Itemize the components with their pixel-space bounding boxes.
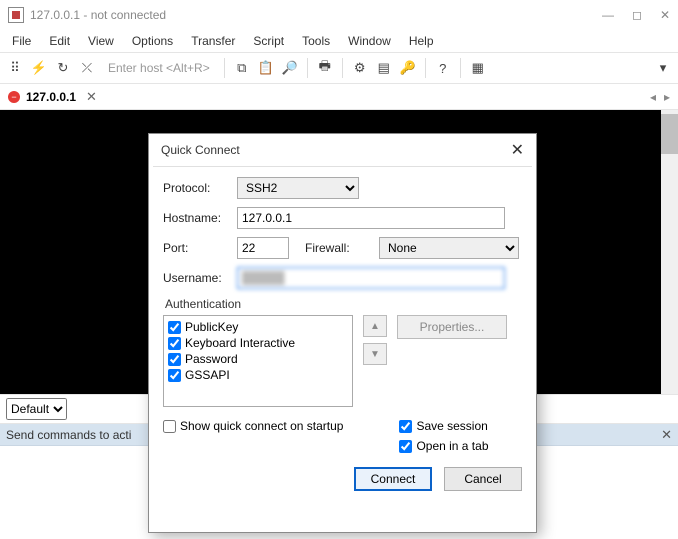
firewall-label: Firewall:	[305, 241, 379, 255]
close-button[interactable]: ✕	[660, 8, 670, 22]
toolbar: ⠿ ⚡ ↻ ⤫ Enter host <Alt+R> ⧉ 📋 🔎 🖶 ⚙ ▤ 🔑…	[0, 52, 678, 84]
hostname-label: Hostname:	[163, 211, 237, 225]
session-tab[interactable]: − 127.0.0.1 ✕	[0, 84, 105, 109]
extra-icon[interactable]: ▦	[469, 59, 487, 77]
paste-icon[interactable]: 📋	[257, 59, 275, 77]
protocol-label: Protocol:	[163, 181, 237, 195]
auth-keyboard[interactable]: Keyboard Interactive	[168, 336, 348, 350]
properties-button[interactable]: Properties...	[397, 315, 507, 339]
separator	[425, 58, 426, 78]
reconnect-icon[interactable]: ↻	[54, 59, 72, 77]
tab-label: 127.0.0.1	[26, 90, 76, 104]
quick-connect-icon[interactable]: ⚡	[30, 59, 48, 77]
tab-next-icon[interactable]: ▸	[664, 90, 670, 104]
maximize-button[interactable]: ◻	[632, 8, 642, 22]
scrollbar-thumb[interactable]	[661, 114, 678, 154]
session-options-icon[interactable]: ▤	[375, 59, 393, 77]
dialog-title: Quick Connect	[161, 143, 240, 157]
menu-script[interactable]: Script	[253, 34, 284, 48]
menu-file[interactable]: File	[12, 34, 31, 48]
help-icon[interactable]: ?	[434, 59, 452, 77]
menu-tools[interactable]: Tools	[302, 34, 330, 48]
authentication-label: Authentication	[165, 297, 522, 311]
menu-help[interactable]: Help	[409, 34, 434, 48]
print-icon[interactable]: 🖶	[316, 59, 334, 77]
auth-keyboard-checkbox[interactable]	[168, 337, 181, 350]
tab-prev-icon[interactable]: ◂	[650, 90, 656, 104]
move-up-button[interactable]: ▲	[363, 315, 387, 337]
separator	[460, 58, 461, 78]
toolbar-dropdown-icon[interactable]: ▾	[654, 59, 672, 77]
save-session-option[interactable]: Save session	[399, 419, 488, 433]
open-in-tab-checkbox[interactable]	[399, 440, 412, 453]
port-label: Port:	[163, 241, 237, 255]
separator	[224, 58, 225, 78]
separator	[342, 58, 343, 78]
connect-icon[interactable]: ⠿	[6, 59, 24, 77]
auth-gssapi[interactable]: GSSAPI	[168, 368, 348, 382]
open-in-tab-option[interactable]: Open in a tab	[399, 439, 488, 453]
settings-icon[interactable]: ⚙	[351, 59, 369, 77]
show-on-startup-option[interactable]: Show quick connect on startup	[163, 419, 343, 433]
auth-publickey[interactable]: PublicKey	[168, 320, 348, 334]
username-input[interactable]	[237, 267, 505, 289]
tab-status-icon: −	[8, 91, 20, 103]
host-input[interactable]: Enter host <Alt+R>	[102, 61, 216, 75]
find-icon[interactable]: 🔎	[281, 59, 299, 77]
hostname-input[interactable]	[237, 207, 505, 229]
copy-icon[interactable]: ⧉	[233, 59, 251, 77]
firewall-select[interactable]: None	[379, 237, 519, 259]
menu-view[interactable]: View	[88, 34, 114, 48]
protocol-select[interactable]: SSH2	[237, 177, 359, 199]
menu-edit[interactable]: Edit	[49, 34, 70, 48]
menu-window[interactable]: Window	[348, 34, 391, 48]
auth-password-checkbox[interactable]	[168, 353, 181, 366]
dialog-close-icon[interactable]: ✕	[511, 140, 524, 160]
window-title: 127.0.0.1 - not connected	[30, 8, 602, 22]
scrollbar[interactable]	[661, 110, 678, 394]
quick-connect-dialog: Quick Connect ✕ Protocol: SSH2 Hostname:…	[148, 133, 537, 533]
app-icon	[8, 7, 24, 23]
auth-password[interactable]: Password	[168, 352, 348, 366]
dialog-titlebar: Quick Connect ✕	[149, 134, 536, 166]
username-label: Username:	[163, 271, 237, 285]
show-on-startup-checkbox[interactable]	[163, 420, 176, 433]
cancel-button[interactable]: Cancel	[444, 467, 522, 491]
tab-close-icon[interactable]: ✕	[86, 89, 97, 105]
menu-options[interactable]: Options	[132, 34, 173, 48]
port-input[interactable]	[237, 237, 289, 259]
separator	[307, 58, 308, 78]
auth-publickey-checkbox[interactable]	[168, 321, 181, 334]
disconnect-icon[interactable]: ⤫	[78, 59, 96, 77]
key-icon[interactable]: 🔑	[399, 59, 417, 77]
auth-methods-list[interactable]: PublicKey Keyboard Interactive Password …	[163, 315, 353, 407]
connect-button[interactable]: Connect	[354, 467, 432, 491]
minimize-button[interactable]: —	[602, 8, 614, 22]
move-down-button[interactable]: ▼	[363, 343, 387, 365]
scheme-select[interactable]: Default	[6, 398, 67, 420]
window-titlebar: 127.0.0.1 - not connected — ◻ ✕	[0, 0, 678, 30]
command-bar-close-icon[interactable]: ✕	[661, 427, 672, 443]
command-bar-text: Send commands to acti	[6, 428, 131, 442]
save-session-checkbox[interactable]	[399, 420, 412, 433]
menu-transfer[interactable]: Transfer	[191, 34, 235, 48]
tabbar: − 127.0.0.1 ✕ ◂ ▸	[0, 84, 678, 110]
menubar: File Edit View Options Transfer Script T…	[0, 30, 678, 52]
auth-gssapi-checkbox[interactable]	[168, 369, 181, 382]
